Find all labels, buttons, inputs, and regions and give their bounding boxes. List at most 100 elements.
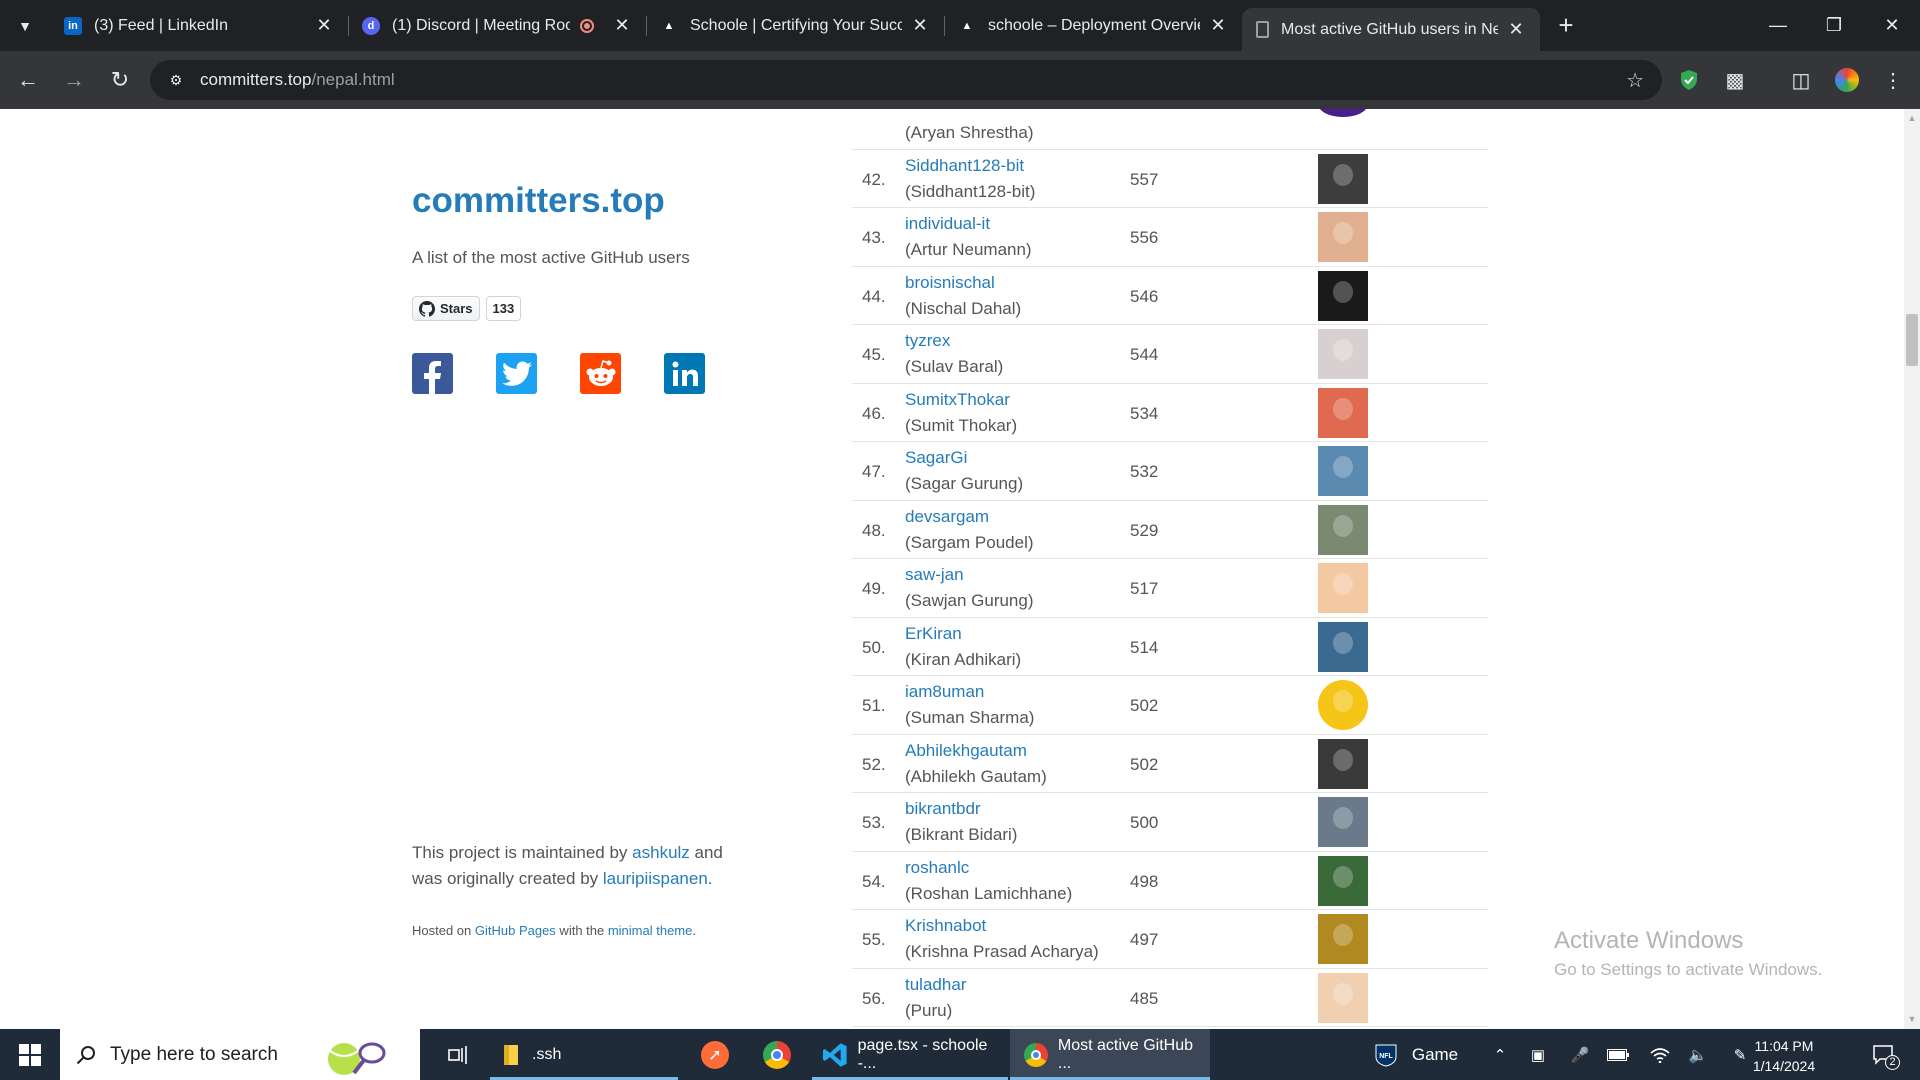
- toolbar: ← → ↻ ⚙ committers.top/nepal.html ☆ ▩ ◫ …: [0, 51, 1920, 109]
- window-close-button[interactable]: ✕: [1864, 0, 1920, 51]
- wifi-icon[interactable]: [1646, 1029, 1674, 1080]
- restore-button[interactable]: ❐: [1806, 0, 1862, 51]
- avatar[interactable]: [1318, 446, 1368, 496]
- user-profile-link[interactable]: iam8uman: [905, 682, 984, 702]
- taskbar-item-vscode[interactable]: page.tsx - schoole -...: [812, 1029, 1008, 1080]
- side-panel-icon[interactable]: ◫: [1784, 63, 1818, 97]
- avatar[interactable]: [1318, 504, 1368, 555]
- tab-discord[interactable]: d (1) Discord | Meeting Room ✕: [348, 0, 646, 51]
- reddit-share-icon[interactable]: [580, 353, 621, 394]
- battery-icon[interactable]: [1604, 1029, 1632, 1080]
- contribution-count: 557: [1130, 169, 1159, 189]
- new-tab-button[interactable]: +: [1548, 8, 1584, 44]
- avatar[interactable]: [1318, 738, 1368, 789]
- github-star-button[interactable]: Stars: [412, 296, 480, 321]
- user-profile-link[interactable]: roshanlc: [905, 858, 969, 878]
- user-profile-link[interactable]: tyzrex: [905, 331, 950, 351]
- chrome-icon[interactable]: [752, 1029, 802, 1080]
- profile-avatar[interactable]: [1830, 63, 1864, 97]
- taskbar-search-box[interactable]: Type here to search: [60, 1029, 420, 1080]
- microphone-icon[interactable]: 🎤: [1566, 1029, 1594, 1080]
- tab-deployment[interactable]: ▲ schoole – Deployment Overview ✕: [944, 0, 1242, 51]
- user-profile-link[interactable]: devsargam: [905, 507, 989, 527]
- site-subtitle: A list of the most active GitHub users: [412, 248, 690, 267]
- user-profile-link[interactable]: SagarGi: [905, 448, 967, 468]
- user-profile-link[interactable]: ErKiran: [905, 624, 962, 644]
- creator-link[interactable]: lauripiispanen: [603, 869, 708, 888]
- user-profile-link[interactable]: bikrantbdr: [905, 799, 981, 819]
- user-profile-link[interactable]: broisnischal: [905, 273, 995, 293]
- user-profile-link[interactable]: SumitxThokar: [905, 390, 1010, 410]
- nfl-icon[interactable]: NFL: [1370, 1029, 1402, 1080]
- task-view-icon[interactable]: [434, 1029, 484, 1080]
- avatar[interactable]: [1318, 972, 1368, 1023]
- address-bar[interactable]: ⚙ committers.top/nepal.html ☆: [150, 60, 1662, 100]
- minimize-button[interactable]: —: [1750, 0, 1806, 51]
- tab-search-icon[interactable]: ▼: [6, 7, 44, 45]
- user-profile-link[interactable]: Krishnabot: [905, 916, 986, 936]
- avatar[interactable]: [1318, 270, 1368, 321]
- close-icon[interactable]: ✕: [314, 15, 334, 36]
- postman-icon[interactable]: ➚: [690, 1029, 740, 1080]
- notifications-icon[interactable]: 2: [1864, 1029, 1904, 1080]
- avatar[interactable]: [1318, 621, 1368, 672]
- rank-number: 43.: [862, 228, 886, 247]
- site-title-link[interactable]: committers.top: [412, 181, 665, 221]
- close-icon[interactable]: ✕: [612, 15, 632, 36]
- windows-start-button[interactable]: [0, 1029, 60, 1080]
- notification-count-badge: 2: [1885, 1055, 1900, 1070]
- stars-count[interactable]: 133: [485, 296, 522, 321]
- taskbar-item-chrome[interactable]: Most active GitHub ...: [1010, 1029, 1210, 1080]
- forward-button[interactable]: →: [54, 60, 94, 100]
- extensions-puzzle-icon[interactable]: ▩: [1718, 63, 1752, 97]
- taskbar-item-explorer[interactable]: .ssh: [490, 1029, 678, 1080]
- table-row: 45. tyzrex (Sulav Baral) 544: [852, 324, 1488, 383]
- scrollbar-thumb[interactable]: [1906, 314, 1918, 366]
- taskbar-clock[interactable]: 11:04 PM 1/14/2024: [1742, 1036, 1826, 1076]
- game-widget-label[interactable]: Game: [1408, 1029, 1462, 1080]
- shield-extension-icon[interactable]: [1672, 63, 1706, 97]
- table-row: 47. SagarGi (Sagar Gurung) 532: [852, 441, 1488, 500]
- avatar[interactable]: [1318, 797, 1368, 847]
- user-profile-link[interactable]: Abhilekhgautam: [905, 741, 1027, 761]
- avatar[interactable]: [1318, 680, 1368, 730]
- user-profile-link[interactable]: tuladhar: [905, 975, 966, 995]
- close-icon[interactable]: ✕: [1208, 15, 1228, 36]
- linkedin-share-icon[interactable]: [664, 353, 705, 394]
- user-profile-link[interactable]: individual-it: [905, 214, 990, 234]
- user-profile-link[interactable]: saw-jan: [905, 565, 964, 585]
- chrome-menu-icon[interactable]: ⋮: [1876, 63, 1910, 97]
- close-icon[interactable]: ✕: [910, 15, 930, 36]
- volume-icon[interactable]: 🔈: [1684, 1029, 1712, 1080]
- tab-linkedin[interactable]: in (3) Feed | LinkedIn ✕: [50, 0, 348, 51]
- close-icon[interactable]: ✕: [1506, 19, 1526, 40]
- meet-now-icon[interactable]: ▣: [1524, 1029, 1552, 1080]
- github-pages-link[interactable]: GitHub Pages: [475, 923, 556, 938]
- user-full-name: (Suman Sharma): [905, 708, 1035, 727]
- bookmark-star-icon[interactable]: ☆: [1626, 68, 1644, 93]
- scroll-up-arrow-icon[interactable]: ▲: [1907, 113, 1917, 123]
- avatar[interactable]: [1318, 153, 1368, 204]
- avatar[interactable]: [1318, 855, 1368, 906]
- facebook-share-icon[interactable]: [412, 353, 453, 394]
- avatar[interactable]: [1318, 387, 1368, 438]
- tab-schoole[interactable]: ▲ Schoole | Certifying Your Success ✕: [646, 0, 944, 51]
- avatar[interactable]: [1318, 329, 1368, 379]
- page-scrollbar[interactable]: ▲ ▼: [1904, 109, 1920, 1029]
- tab-committers[interactable]: Most active GitHub users in Nepal ✕: [1242, 8, 1540, 51]
- maintainer-link[interactable]: ashkulz: [632, 843, 690, 862]
- reload-button[interactable]: ↻: [100, 60, 140, 100]
- show-hidden-icons-chevron-icon[interactable]: ⌃: [1486, 1029, 1514, 1080]
- user-profile-link[interactable]: Siddhant128-bit: [905, 156, 1024, 176]
- contribution-count: 517: [1130, 579, 1159, 598]
- avatar[interactable]: [1318, 563, 1368, 613]
- avatar[interactable]: [1318, 109, 1368, 117]
- back-button[interactable]: ←: [8, 60, 48, 100]
- scroll-down-arrow-icon[interactable]: ▼: [1907, 1014, 1917, 1024]
- avatar[interactable]: [1318, 914, 1368, 964]
- rank-number: 48.: [862, 520, 886, 540]
- avatar[interactable]: [1318, 212, 1368, 262]
- site-info-icon[interactable]: ⚙: [164, 68, 188, 92]
- twitter-share-icon[interactable]: [496, 353, 537, 394]
- minimal-theme-link[interactable]: minimal theme: [608, 923, 693, 938]
